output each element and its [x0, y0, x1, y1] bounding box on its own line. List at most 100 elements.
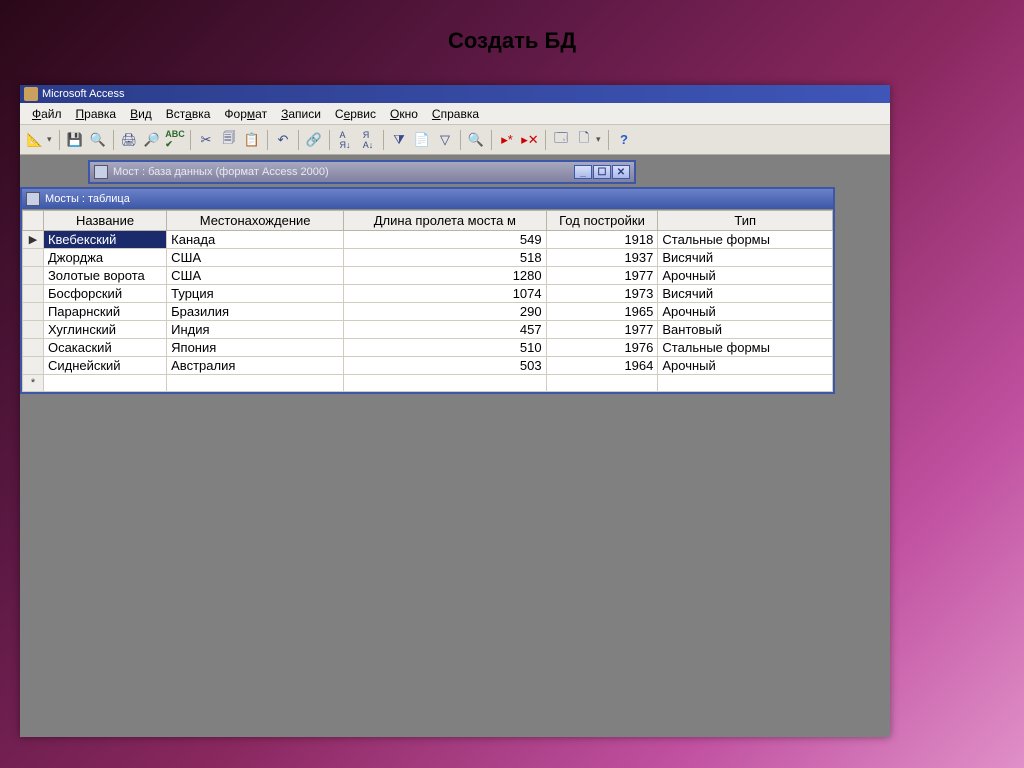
cell-year[interactable]: 1937: [546, 249, 658, 267]
row-selector[interactable]: [23, 249, 44, 267]
cell-len[interactable]: 510: [344, 339, 547, 357]
cell-loc[interactable]: Канада: [167, 231, 344, 249]
table-datasheet-window[interactable]: Мосты : таблица Название Местонахождение…: [20, 187, 835, 394]
cell-len[interactable]: 290: [344, 303, 547, 321]
cell-name[interactable]: Золотые ворота: [43, 267, 166, 285]
cell-type[interactable]: Арочный: [658, 303, 833, 321]
database-window-titlebar[interactable]: Мост : база данных (формат Access 2000) …: [90, 162, 634, 182]
menu-edit[interactable]: Правка: [70, 105, 123, 123]
help-button[interactable]: ?: [613, 129, 635, 151]
cell-loc[interactable]: Турция: [167, 285, 344, 303]
cell-type[interactable]: Стальные формы: [658, 339, 833, 357]
cell-year[interactable]: 1965: [546, 303, 658, 321]
cell-year[interactable]: 1973: [546, 285, 658, 303]
empty-cell[interactable]: [546, 375, 658, 392]
cell-loc[interactable]: США: [167, 267, 344, 285]
filter-form-button[interactable]: 📄: [411, 129, 433, 151]
datasheet-grid[interactable]: Название Местонахождение Длина пролета м…: [22, 209, 833, 392]
apply-filter-button[interactable]: ▽: [434, 129, 456, 151]
new-record-selector[interactable]: *: [23, 375, 44, 392]
design-view-button[interactable]: 📐: [24, 129, 46, 151]
table-row[interactable]: Золотые воротаСША12801977Арочный: [23, 267, 833, 285]
column-header-year[interactable]: Год постройки: [546, 211, 658, 231]
menu-help[interactable]: Справка: [426, 105, 485, 123]
spellcheck-button[interactable]: ABC✔: [164, 129, 186, 151]
new-record-button[interactable]: ▸*: [496, 129, 518, 151]
cell-type[interactable]: Арочный: [658, 357, 833, 375]
cell-loc[interactable]: Австралия: [167, 357, 344, 375]
cell-type[interactable]: Висячий: [658, 249, 833, 267]
cell-loc[interactable]: Индия: [167, 321, 344, 339]
paste-button[interactable]: 📋: [241, 129, 263, 151]
table-row[interactable]: ▶КвебекскийКанада5491918Стальные формы: [23, 231, 833, 249]
cell-type[interactable]: Висячий: [658, 285, 833, 303]
cell-year[interactable]: 1977: [546, 321, 658, 339]
view-dropdown[interactable]: ▾: [47, 134, 55, 145]
empty-cell[interactable]: [344, 375, 547, 392]
table-row[interactable]: БосфорскийТурция10741973Висячий: [23, 285, 833, 303]
table-row[interactable]: ДжорджаСША5181937Висячий: [23, 249, 833, 267]
filter-selection-button[interactable]: ⧩: [388, 129, 410, 151]
row-selector[interactable]: [23, 321, 44, 339]
cell-name[interactable]: Осакаский: [43, 339, 166, 357]
find-button[interactable]: 🔍: [465, 129, 487, 151]
menu-view[interactable]: Вид: [124, 105, 158, 123]
menu-service[interactable]: Сервис: [329, 105, 382, 123]
cell-type[interactable]: Вантовый: [658, 321, 833, 339]
row-selector[interactable]: [23, 339, 44, 357]
row-selector[interactable]: [23, 267, 44, 285]
table-row[interactable]: ПарарнскийБразилия2901965Арочный: [23, 303, 833, 321]
cell-name[interactable]: Сиднейский: [43, 357, 166, 375]
print-preview-button[interactable]: 🔎: [141, 129, 163, 151]
maximize-button[interactable]: ☐: [593, 165, 611, 179]
search-file-button[interactable]: 🔍: [87, 129, 109, 151]
row-selector[interactable]: [23, 357, 44, 375]
column-header-length[interactable]: Длина пролета моста м: [344, 211, 547, 231]
empty-cell[interactable]: [658, 375, 833, 392]
cell-name[interactable]: Джорджа: [43, 249, 166, 267]
cell-loc[interactable]: Япония: [167, 339, 344, 357]
menu-records[interactable]: Записи: [275, 105, 327, 123]
cell-year[interactable]: 1976: [546, 339, 658, 357]
table-row[interactable]: СиднейскийАвстралия5031964Арочный: [23, 357, 833, 375]
cell-name[interactable]: Парарнский: [43, 303, 166, 321]
cell-type[interactable]: Стальные формы: [658, 231, 833, 249]
cell-type[interactable]: Арочный: [658, 267, 833, 285]
cell-name[interactable]: Квебекский: [43, 231, 166, 249]
new-object-button[interactable]: 🗋: [573, 129, 595, 151]
menu-insert[interactable]: Вставка: [160, 105, 217, 123]
column-header-location[interactable]: Местонахождение: [167, 211, 344, 231]
undo-button[interactable]: ↶: [272, 129, 294, 151]
row-selector[interactable]: [23, 285, 44, 303]
empty-cell[interactable]: [167, 375, 344, 392]
copy-button[interactable]: 🗐: [218, 129, 240, 151]
table-window-titlebar[interactable]: Мосты : таблица: [22, 189, 833, 209]
menu-format[interactable]: Формат: [218, 105, 273, 123]
column-header-name[interactable]: Название: [43, 211, 166, 231]
save-button[interactable]: 💾: [64, 129, 86, 151]
empty-cell[interactable]: [43, 375, 166, 392]
cell-len[interactable]: 1074: [344, 285, 547, 303]
hyperlink-button[interactable]: 🔗: [303, 129, 325, 151]
menu-window[interactable]: Окно: [384, 105, 424, 123]
cell-year[interactable]: 1977: [546, 267, 658, 285]
row-selector[interactable]: [23, 303, 44, 321]
menu-file[interactable]: Файл: [26, 105, 68, 123]
cell-len[interactable]: 457: [344, 321, 547, 339]
new-record-row[interactable]: *: [23, 375, 833, 392]
minimize-button[interactable]: _: [574, 165, 592, 179]
row-selector[interactable]: ▶: [23, 231, 44, 249]
cell-year[interactable]: 1918: [546, 231, 658, 249]
db-window-button[interactable]: 🗔: [550, 129, 572, 151]
column-header-type[interactable]: Тип: [658, 211, 833, 231]
delete-record-button[interactable]: ▸✕: [519, 129, 541, 151]
cell-len[interactable]: 1280: [344, 267, 547, 285]
menu-bar[interactable]: Файл Правка Вид Вставка Формат Записи Се…: [20, 103, 890, 125]
select-all-corner[interactable]: [23, 211, 44, 231]
sort-asc-button[interactable]: АЯ↓: [334, 129, 356, 151]
cut-button[interactable]: ✂: [195, 129, 217, 151]
table-row[interactable]: ХуглинскийИндия4571977Вантовый: [23, 321, 833, 339]
table-row[interactable]: ОсакаскийЯпония5101976Стальные формы: [23, 339, 833, 357]
cell-name[interactable]: Хуглинский: [43, 321, 166, 339]
cell-year[interactable]: 1964: [546, 357, 658, 375]
